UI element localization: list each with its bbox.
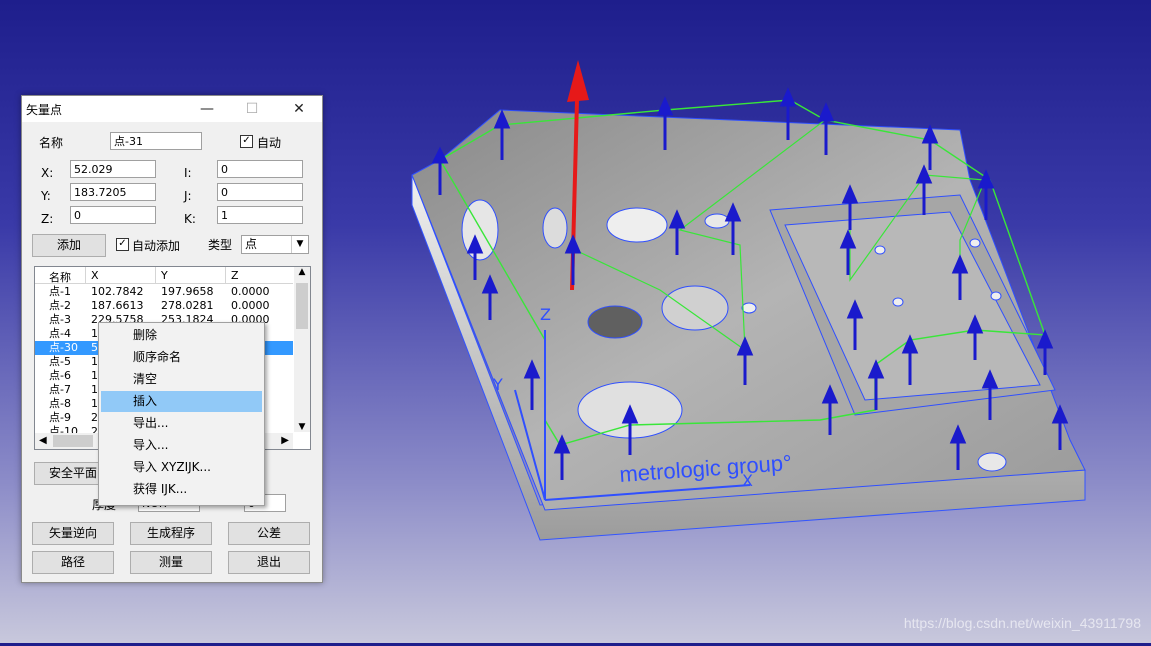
cell-x: 5 [91,341,98,354]
cell-x: 187.6613 [91,299,144,312]
x-field[interactable]: 52.029 [70,160,156,178]
menu-item-label: 插入 [133,394,158,408]
auto-add-label: 自动添加 [132,239,181,253]
menu-item[interactable]: 删除 [101,325,262,346]
scroll-up-icon[interactable]: ▲ [294,267,310,277]
column-z[interactable]: Z [231,269,239,282]
auto-label: 自动 [257,136,282,150]
j-label: J: [184,189,192,203]
cell-x: 1 [91,383,98,396]
column-x[interactable]: X [91,269,99,282]
cell-x: 102.7842 [91,285,144,298]
menu-item-label: 顺序命名 [133,350,182,364]
y-label: Y: [41,189,51,203]
menu-item[interactable]: 清空 [101,369,262,390]
menu-item[interactable]: 导出... [101,413,262,434]
cell-name: 点-30 [49,341,78,354]
cell-x: 1 [91,369,98,382]
watermark: https://blog.csdn.net/weixin_43911798 [903,615,1141,631]
y-field[interactable]: 183.7205 [70,183,156,201]
column-y[interactable]: Y [161,269,168,282]
menu-item-label: 清空 [133,372,158,386]
name-label: 名称 [39,136,64,150]
menu-item[interactable]: 顺序命名 [101,347,262,368]
cell-name: 点-2 [49,299,71,312]
cell-name: 点-7 [49,383,71,396]
list-vertical-scrollbar[interactable]: ▲ ▼ [294,267,310,432]
menu-item[interactable]: 导入... [101,435,262,456]
menu-item-label: 导入... [133,438,169,452]
scroll-thumb[interactable] [296,283,308,329]
cell-name: 点-3 [49,313,71,326]
menu-item-label: 导入 XYZIJK... [133,460,211,474]
reverse-vector-button[interactable]: 矢量逆向 [32,522,114,545]
cell-name: 点-6 [49,369,71,382]
tolerance-button[interactable]: 公差 [228,522,310,545]
table-row[interactable]: 点-2 187.6613 278.0281 0.0000 [35,299,293,313]
column-name[interactable]: 名称 [49,269,71,285]
cell-name: 点-1 [49,285,71,298]
cell-x: 1 [91,397,98,410]
type-select-value: 点 [245,237,258,251]
cell-name: 点-4 [49,327,71,340]
menu-item-label: 删除 [133,328,158,342]
cell-z: 0.0000 [231,299,270,312]
menu-item-label: 导出... [133,416,169,430]
x-label: X: [41,166,54,180]
type-select[interactable]: 点 ▼ [241,235,309,254]
cell-y: 278.0281 [161,299,214,312]
list-header: 名称 X Y Z [35,267,293,284]
scroll-down-icon[interactable]: ▼ [294,422,310,432]
cell-x: 2 [91,411,98,424]
k-label: K: [184,212,196,226]
auto-checkbox[interactable]: ✓ [240,135,253,148]
add-button[interactable]: 添加 [32,234,106,257]
axis-x-label: X [742,471,753,490]
i-field[interactable]: 0 [217,160,303,178]
z-label: Z: [41,212,54,226]
menu-item[interactable]: 获得 IJK... [101,479,262,500]
axis-y-label: Y [492,375,503,394]
cell-z: 0.0000 [231,285,270,298]
k-field[interactable]: 1 [217,206,303,224]
z-field[interactable]: 0 [70,206,156,224]
cell-name: 点-5 [49,355,71,368]
auto-add-checkbox[interactable]: ✓ [116,238,129,251]
menu-item-label: 获得 IJK... [133,482,188,496]
close-icon[interactable]: ✕ [284,98,314,120]
j-field[interactable]: 0 [217,183,303,201]
exit-button[interactable]: 退出 [228,551,310,574]
i-label: I: [184,166,192,180]
cell-name: 点-9 [49,411,71,424]
chevron-down-icon: ▼ [291,236,308,253]
cell-x: 1 [91,355,98,368]
cell-y: 197.9658 [161,285,214,298]
dialog-titlebar[interactable]: 矢量点 — ☐ ✕ [22,96,322,122]
scroll-right-icon[interactable]: ▶ [281,433,289,449]
cell-x: 1 [91,327,98,340]
name-field[interactable]: 点-31 [110,132,202,150]
type-label: 类型 [208,238,233,252]
minimize-icon[interactable]: — [192,98,222,120]
context-menu: 删除顺序命名清空插入导出... 导入... 导入 XYZIJK... 获得 IJK..… [98,322,265,506]
scroll-left-icon[interactable]: ◀ [39,433,47,449]
path-button[interactable]: 路径 [32,551,114,574]
measure-button[interactable]: 测量 [130,551,212,574]
cell-name: 点-8 [49,397,71,410]
table-row[interactable]: 点-1 102.7842 197.9658 0.0000 [35,285,293,299]
hscroll-thumb[interactable] [53,435,93,447]
generate-program-button[interactable]: 生成程序 [130,522,212,545]
menu-item[interactable]: 插入 [101,391,262,412]
dialog-title: 矢量点 [26,103,63,117]
maximize-icon[interactable]: ☐ [237,98,267,120]
menu-item[interactable]: 导入 XYZIJK... [101,457,262,478]
axis-z-label: Z [540,305,551,324]
